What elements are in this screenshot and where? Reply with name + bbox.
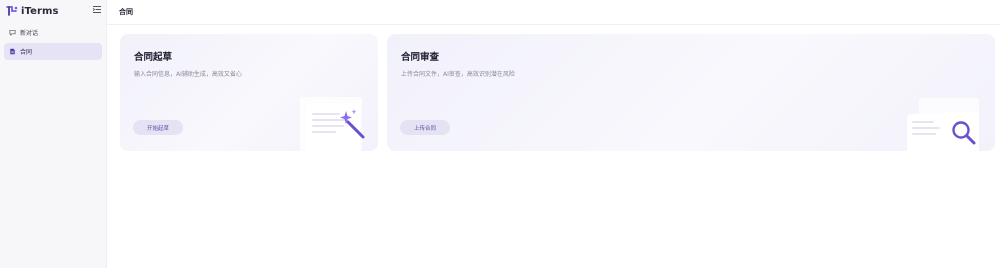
- collapse-sidebar-icon[interactable]: [92, 5, 102, 14]
- start-drafting-button[interactable]: 开始起草: [133, 120, 184, 135]
- sidebar-item-new-chat[interactable]: 新对话: [4, 24, 102, 41]
- magic-wand-icon: [300, 97, 365, 151]
- app-name: iTerms: [21, 5, 59, 17]
- page-title: 合同: [119, 8, 133, 16]
- magnifier-icon: [907, 98, 979, 151]
- sidebar: iTerms 新对话 合同: [0, 0, 107, 268]
- logo-icon: [6, 6, 18, 16]
- card-description: 输入合同信息，AI辅助生成，高效又省心: [134, 71, 242, 78]
- card-title: 合同审查: [401, 52, 440, 63]
- document-icon: [10, 48, 15, 55]
- card-title: 合同起草: [134, 52, 173, 63]
- upload-contract-button[interactable]: 上传合同: [400, 120, 451, 135]
- app-logo[interactable]: iTerms: [6, 4, 59, 18]
- sidebar-item-label: 新对话: [20, 30, 39, 37]
- sidebar-item-label: 合同: [20, 49, 33, 56]
- chat-icon: [9, 29, 16, 36]
- contract-draft-card[interactable]: 合同起草 输入合同信息，AI辅助生成，高效又省心 开始起草: [120, 34, 378, 151]
- card-description: 上传合同文件，AI审查，高效识别潜在风险: [401, 71, 515, 78]
- sidebar-item-contract[interactable]: 合同: [4, 43, 102, 60]
- contract-review-card[interactable]: 合同审查 上传合同文件，AI审查，高效识别潜在风险 上传合同: [387, 34, 995, 151]
- page-header: 合同: [107, 0, 1000, 25]
